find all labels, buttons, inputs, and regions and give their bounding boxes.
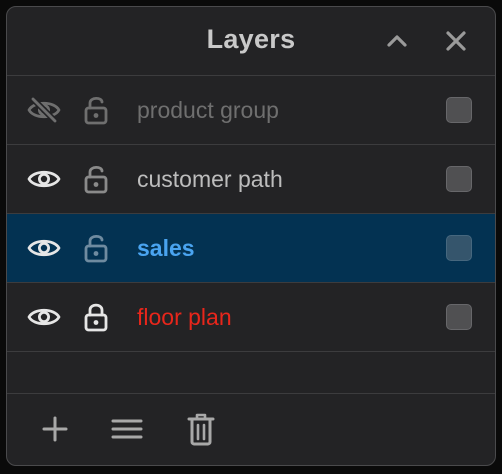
panel-header: Layers xyxy=(7,7,495,76)
layer-name: sales xyxy=(137,235,195,261)
layer-name: customer path xyxy=(137,166,283,192)
panel-footer xyxy=(7,393,495,465)
eye-off-icon xyxy=(27,97,61,123)
delete-layer-button[interactable] xyxy=(181,409,221,449)
menu-icon xyxy=(111,419,143,439)
unlock-icon xyxy=(84,96,108,125)
layer-row[interactable]: product group xyxy=(7,76,495,145)
unlock-icon xyxy=(84,234,108,263)
lock-icon xyxy=(84,303,108,332)
trash-icon xyxy=(187,413,215,446)
eye-icon xyxy=(27,308,61,326)
layer-select-checkbox[interactable] xyxy=(446,235,472,261)
layer-row[interactable]: sales xyxy=(7,214,495,283)
unlock-icon xyxy=(84,165,108,194)
lock-toggle[interactable] xyxy=(78,231,114,265)
layer-row[interactable]: customer path xyxy=(7,145,495,214)
collapse-button[interactable] xyxy=(379,23,415,59)
visibility-toggle[interactable] xyxy=(26,300,62,334)
close-icon xyxy=(446,31,466,51)
chevron-up-icon xyxy=(387,35,407,47)
panel-title: Layers xyxy=(206,24,296,54)
lock-toggle[interactable] xyxy=(78,162,114,196)
plus-icon xyxy=(42,416,68,442)
visibility-toggle[interactable] xyxy=(26,231,62,265)
layer-name: product group xyxy=(137,97,279,123)
layer-select-checkbox[interactable] xyxy=(446,304,472,330)
visibility-toggle[interactable] xyxy=(26,162,62,196)
add-layer-button[interactable] xyxy=(35,409,75,449)
close-button[interactable] xyxy=(438,23,474,59)
lock-toggle[interactable] xyxy=(78,93,114,127)
layer-select-checkbox[interactable] xyxy=(446,97,472,123)
eye-icon xyxy=(27,170,61,188)
layer-menu-button[interactable] xyxy=(107,409,147,449)
eye-icon xyxy=(27,239,61,257)
lock-toggle[interactable] xyxy=(78,300,114,334)
layer-name: floor plan xyxy=(137,304,232,330)
visibility-toggle[interactable] xyxy=(26,93,62,127)
layer-list: product group customer path sales floor … xyxy=(7,76,495,352)
layer-select-checkbox[interactable] xyxy=(446,166,472,192)
layers-panel: Layers product group customer path sales… xyxy=(6,6,496,466)
layer-row[interactable]: floor plan xyxy=(7,283,495,352)
